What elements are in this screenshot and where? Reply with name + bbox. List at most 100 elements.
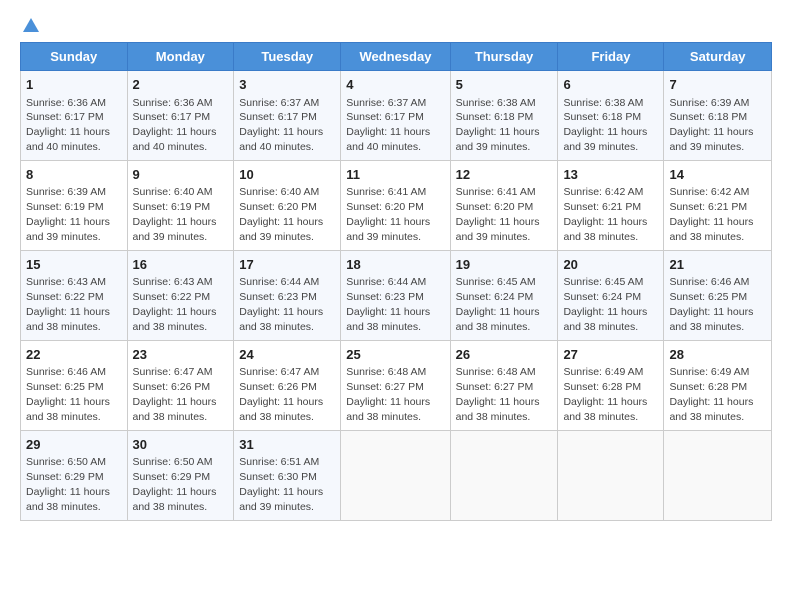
day-number: 4	[346, 76, 444, 94]
day-info: Sunrise: 6:37 AMSunset: 6:17 PMDaylight:…	[346, 97, 430, 154]
day-info: Sunrise: 6:36 AMSunset: 6:17 PMDaylight:…	[26, 97, 110, 154]
day-info: Sunrise: 6:36 AMSunset: 6:17 PMDaylight:…	[133, 97, 217, 154]
day-info: Sunrise: 6:48 AMSunset: 6:27 PMDaylight:…	[346, 366, 430, 423]
day-number: 2	[133, 76, 229, 94]
calendar-header-saturday: Saturday	[664, 43, 772, 71]
calendar-cell: 5 Sunrise: 6:38 AMSunset: 6:18 PMDayligh…	[450, 71, 558, 161]
calendar-header-thursday: Thursday	[450, 43, 558, 71]
page-header	[20, 16, 772, 34]
logo-triangle-icon	[22, 16, 40, 34]
calendar-cell: 6 Sunrise: 6:38 AMSunset: 6:18 PMDayligh…	[558, 71, 664, 161]
day-info: Sunrise: 6:50 AMSunset: 6:29 PMDaylight:…	[26, 456, 110, 513]
day-info: Sunrise: 6:45 AMSunset: 6:24 PMDaylight:…	[563, 276, 647, 333]
day-info: Sunrise: 6:42 AMSunset: 6:21 PMDaylight:…	[669, 186, 753, 243]
day-number: 13	[563, 166, 658, 184]
day-info: Sunrise: 6:51 AMSunset: 6:30 PMDaylight:…	[239, 456, 323, 513]
day-number: 22	[26, 346, 122, 364]
day-info: Sunrise: 6:38 AMSunset: 6:18 PMDaylight:…	[456, 97, 540, 154]
calendar-cell: 16 Sunrise: 6:43 AMSunset: 6:22 PMDaylig…	[127, 250, 234, 340]
calendar-cell	[664, 430, 772, 520]
day-number: 16	[133, 256, 229, 274]
calendar-cell: 14 Sunrise: 6:42 AMSunset: 6:21 PMDaylig…	[664, 160, 772, 250]
day-number: 29	[26, 436, 122, 454]
day-number: 3	[239, 76, 335, 94]
calendar-header-tuesday: Tuesday	[234, 43, 341, 71]
day-number: 9	[133, 166, 229, 184]
day-number: 1	[26, 76, 122, 94]
day-info: Sunrise: 6:43 AMSunset: 6:22 PMDaylight:…	[26, 276, 110, 333]
day-number: 14	[669, 166, 766, 184]
calendar-cell: 21 Sunrise: 6:46 AMSunset: 6:25 PMDaylig…	[664, 250, 772, 340]
day-number: 11	[346, 166, 444, 184]
day-number: 18	[346, 256, 444, 274]
calendar-week-row: 8 Sunrise: 6:39 AMSunset: 6:19 PMDayligh…	[21, 160, 772, 250]
day-number: 15	[26, 256, 122, 274]
day-number: 31	[239, 436, 335, 454]
calendar-cell: 20 Sunrise: 6:45 AMSunset: 6:24 PMDaylig…	[558, 250, 664, 340]
day-info: Sunrise: 6:49 AMSunset: 6:28 PMDaylight:…	[669, 366, 753, 423]
calendar-cell: 19 Sunrise: 6:45 AMSunset: 6:24 PMDaylig…	[450, 250, 558, 340]
calendar-cell: 31 Sunrise: 6:51 AMSunset: 6:30 PMDaylig…	[234, 430, 341, 520]
day-info: Sunrise: 6:48 AMSunset: 6:27 PMDaylight:…	[456, 366, 540, 423]
day-number: 5	[456, 76, 553, 94]
calendar-cell: 12 Sunrise: 6:41 AMSunset: 6:20 PMDaylig…	[450, 160, 558, 250]
day-number: 30	[133, 436, 229, 454]
day-number: 7	[669, 76, 766, 94]
day-number: 25	[346, 346, 444, 364]
calendar-cell: 25 Sunrise: 6:48 AMSunset: 6:27 PMDaylig…	[341, 340, 450, 430]
calendar-cell: 1 Sunrise: 6:36 AMSunset: 6:17 PMDayligh…	[21, 71, 128, 161]
day-info: Sunrise: 6:39 AMSunset: 6:18 PMDaylight:…	[669, 97, 753, 154]
calendar-cell: 13 Sunrise: 6:42 AMSunset: 6:21 PMDaylig…	[558, 160, 664, 250]
day-number: 17	[239, 256, 335, 274]
calendar-cell: 23 Sunrise: 6:47 AMSunset: 6:26 PMDaylig…	[127, 340, 234, 430]
day-info: Sunrise: 6:44 AMSunset: 6:23 PMDaylight:…	[239, 276, 323, 333]
day-info: Sunrise: 6:47 AMSunset: 6:26 PMDaylight:…	[239, 366, 323, 423]
calendar-cell: 28 Sunrise: 6:49 AMSunset: 6:28 PMDaylig…	[664, 340, 772, 430]
calendar-cell: 11 Sunrise: 6:41 AMSunset: 6:20 PMDaylig…	[341, 160, 450, 250]
calendar-cell: 29 Sunrise: 6:50 AMSunset: 6:29 PMDaylig…	[21, 430, 128, 520]
calendar-cell: 18 Sunrise: 6:44 AMSunset: 6:23 PMDaylig…	[341, 250, 450, 340]
day-number: 19	[456, 256, 553, 274]
day-info: Sunrise: 6:40 AMSunset: 6:19 PMDaylight:…	[133, 186, 217, 243]
calendar-cell: 2 Sunrise: 6:36 AMSunset: 6:17 PMDayligh…	[127, 71, 234, 161]
day-number: 10	[239, 166, 335, 184]
logo	[20, 16, 40, 34]
calendar-week-row: 22 Sunrise: 6:46 AMSunset: 6:25 PMDaylig…	[21, 340, 772, 430]
day-number: 28	[669, 346, 766, 364]
day-info: Sunrise: 6:40 AMSunset: 6:20 PMDaylight:…	[239, 186, 323, 243]
calendar-cell: 7 Sunrise: 6:39 AMSunset: 6:18 PMDayligh…	[664, 71, 772, 161]
day-info: Sunrise: 6:47 AMSunset: 6:26 PMDaylight:…	[133, 366, 217, 423]
day-info: Sunrise: 6:50 AMSunset: 6:29 PMDaylight:…	[133, 456, 217, 513]
day-info: Sunrise: 6:37 AMSunset: 6:17 PMDaylight:…	[239, 97, 323, 154]
day-info: Sunrise: 6:38 AMSunset: 6:18 PMDaylight:…	[563, 97, 647, 154]
day-number: 6	[563, 76, 658, 94]
calendar-header-row: SundayMondayTuesdayWednesdayThursdayFrid…	[21, 43, 772, 71]
calendar-cell: 4 Sunrise: 6:37 AMSunset: 6:17 PMDayligh…	[341, 71, 450, 161]
day-info: Sunrise: 6:42 AMSunset: 6:21 PMDaylight:…	[563, 186, 647, 243]
day-number: 27	[563, 346, 658, 364]
calendar-cell	[341, 430, 450, 520]
day-info: Sunrise: 6:45 AMSunset: 6:24 PMDaylight:…	[456, 276, 540, 333]
day-number: 21	[669, 256, 766, 274]
calendar-cell: 3 Sunrise: 6:37 AMSunset: 6:17 PMDayligh…	[234, 71, 341, 161]
calendar-cell: 22 Sunrise: 6:46 AMSunset: 6:25 PMDaylig…	[21, 340, 128, 430]
day-number: 8	[26, 166, 122, 184]
day-info: Sunrise: 6:46 AMSunset: 6:25 PMDaylight:…	[26, 366, 110, 423]
calendar-cell: 9 Sunrise: 6:40 AMSunset: 6:19 PMDayligh…	[127, 160, 234, 250]
calendar-header-monday: Monday	[127, 43, 234, 71]
day-number: 23	[133, 346, 229, 364]
day-info: Sunrise: 6:41 AMSunset: 6:20 PMDaylight:…	[346, 186, 430, 243]
day-number: 12	[456, 166, 553, 184]
calendar-header-sunday: Sunday	[21, 43, 128, 71]
calendar-cell	[558, 430, 664, 520]
day-number: 24	[239, 346, 335, 364]
calendar-header-wednesday: Wednesday	[341, 43, 450, 71]
calendar-cell	[450, 430, 558, 520]
day-info: Sunrise: 6:46 AMSunset: 6:25 PMDaylight:…	[669, 276, 753, 333]
calendar-week-row: 15 Sunrise: 6:43 AMSunset: 6:22 PMDaylig…	[21, 250, 772, 340]
day-info: Sunrise: 6:49 AMSunset: 6:28 PMDaylight:…	[563, 366, 647, 423]
day-number: 26	[456, 346, 553, 364]
day-info: Sunrise: 6:44 AMSunset: 6:23 PMDaylight:…	[346, 276, 430, 333]
day-info: Sunrise: 6:43 AMSunset: 6:22 PMDaylight:…	[133, 276, 217, 333]
calendar-cell: 24 Sunrise: 6:47 AMSunset: 6:26 PMDaylig…	[234, 340, 341, 430]
